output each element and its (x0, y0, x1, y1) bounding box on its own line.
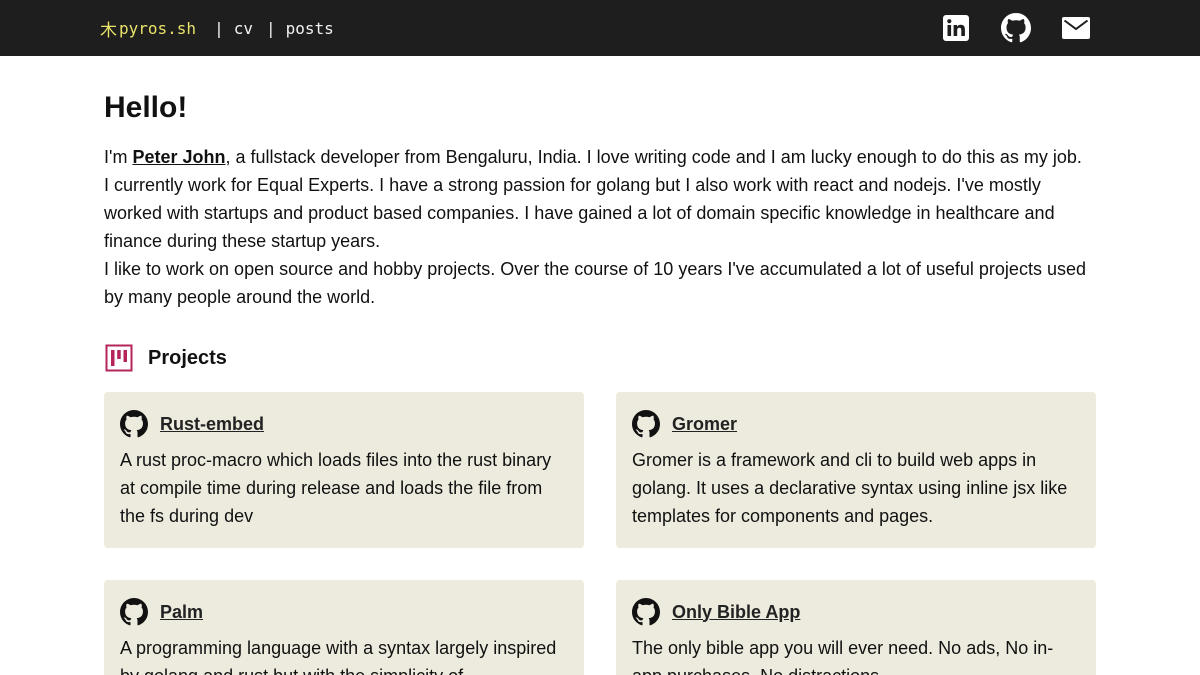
top-navbar: 木 pyros.sh | cv | posts (0, 0, 1200, 56)
intro-prefix: I'm (104, 147, 133, 167)
mail-icon (1062, 17, 1090, 39)
nav-link-posts[interactable]: posts (286, 19, 334, 38)
linkedin-link[interactable] (941, 13, 971, 43)
main-content: Hello! I'm Peter John, a fullstack devel… (104, 56, 1096, 311)
projects-title: Projects (148, 346, 227, 369)
project-description: Gromer is a framework and cli to build w… (632, 450, 1068, 526)
kanban-board-icon (105, 344, 133, 372)
page-title: Hello! (104, 91, 188, 124)
nav-separator: | (214, 18, 224, 38)
intro-line-rest: , a fullstack developer from Bengaluru, … (225, 147, 1082, 167)
project-card: Rust-embed A rust proc-macro which loads… (104, 392, 584, 548)
email-link[interactable] (1061, 13, 1091, 43)
project-link-rust-embed[interactable]: Rust-embed (160, 414, 264, 435)
brand-logo-glyph: 木 (100, 20, 117, 41)
project-card: Palm A programming language with a synta… (104, 580, 584, 675)
github-icon (632, 410, 660, 438)
project-description: The only bible app you will ever need. N… (632, 638, 1054, 675)
project-card-header: Gromer (632, 408, 1080, 440)
project-link-only-bible-app[interactable]: Only Bible App (672, 602, 800, 623)
projects-section-header: Projects (104, 342, 227, 374)
project-link-palm[interactable]: Palm (160, 602, 203, 623)
project-description: A programming language with a syntax lar… (120, 638, 557, 675)
github-icon (632, 598, 660, 626)
intro-paragraph: I'm Peter John, a fullstack developer fr… (104, 143, 1096, 171)
project-link-gromer[interactable]: Gromer (672, 414, 737, 435)
project-card-header: Palm (120, 596, 568, 628)
nav-separator: | (265, 18, 276, 38)
github-icon (120, 410, 148, 438)
author-name-link[interactable]: Peter John (132, 147, 225, 167)
intro-paragraph: I currently work for Equal Experts. I ha… (104, 175, 1055, 251)
github-icon (120, 598, 148, 626)
project-card: Only Bible App The only bible app you wi… (616, 580, 1096, 675)
github-icon (1001, 13, 1031, 43)
brand-home-link[interactable]: pyros.sh (119, 19, 196, 38)
github-link[interactable] (1001, 13, 1031, 43)
intro-paragraph: I like to work on open source and hobby … (104, 259, 1086, 307)
nav-brand: 木 pyros.sh | cv | posts (100, 17, 334, 41)
nav-link-cv[interactable]: cv (234, 19, 253, 38)
intro-text: I'm Peter John, a fullstack developer fr… (104, 143, 1096, 311)
project-description: A rust proc-macro which loads files into… (120, 450, 552, 526)
linkedin-icon (943, 15, 969, 41)
project-card-header: Only Bible App (632, 596, 1080, 628)
project-card: Gromer Gromer is a framework and cli to … (616, 392, 1096, 548)
project-card-header: Rust-embed (120, 408, 568, 440)
